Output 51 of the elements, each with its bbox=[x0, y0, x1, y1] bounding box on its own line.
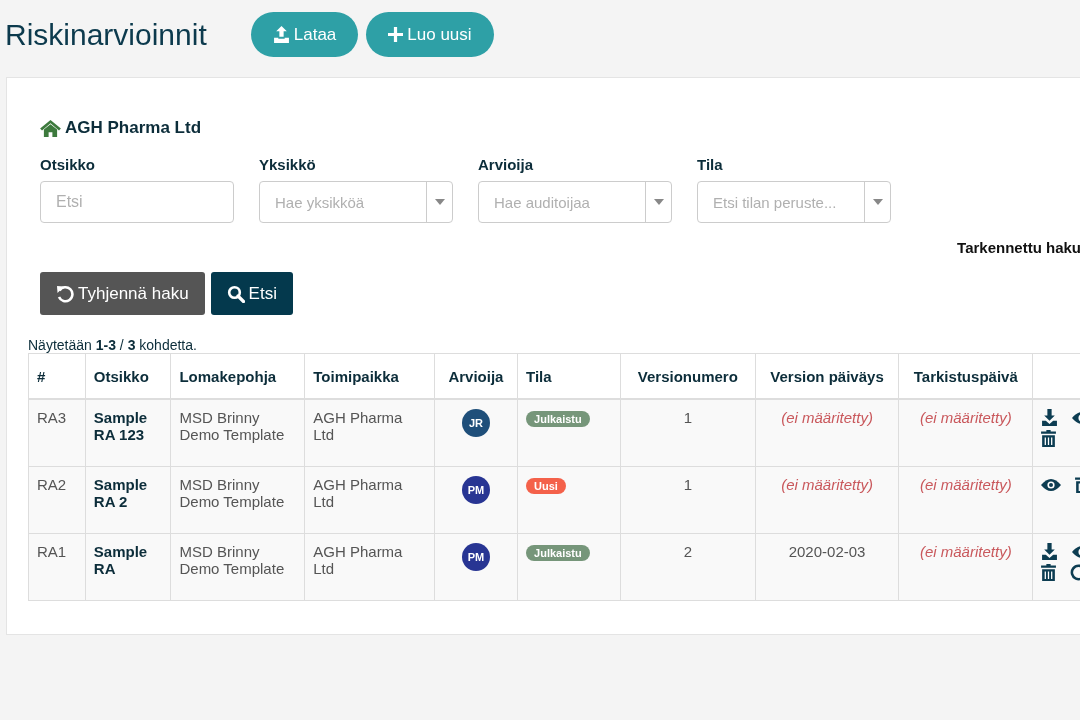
caret-icon bbox=[653, 199, 664, 205]
delete-icon[interactable] bbox=[1041, 430, 1057, 447]
table-cell: RA3 bbox=[28, 399, 86, 467]
assessor-avatar: PM bbox=[461, 543, 490, 571]
filter-label: Yksikkö bbox=[259, 156, 317, 173]
table-cell: AGH Pharma Ltd bbox=[304, 533, 435, 601]
table-cell: (ei määritetty) bbox=[755, 399, 899, 467]
table-cell: (ei määritetty) bbox=[898, 399, 1033, 467]
status-badge: Julkaistu bbox=[526, 411, 590, 427]
filter-label: Otsikko bbox=[40, 156, 97, 173]
results-summary: Näytetään 1-3 / 3 kohdetta. bbox=[28, 337, 198, 353]
status-badge: Uusi bbox=[526, 478, 566, 494]
assessor-avatar: JR bbox=[461, 409, 490, 437]
delete-icon[interactable] bbox=[1041, 564, 1057, 581]
search-icon bbox=[226, 284, 245, 303]
caret-icon bbox=[434, 199, 445, 205]
table-cell: RA2 bbox=[28, 466, 86, 534]
filter-label: Arvioija bbox=[478, 156, 535, 173]
download-icon[interactable] bbox=[1041, 543, 1059, 560]
table-cell: 2 bbox=[620, 533, 756, 601]
search-button[interactable]: Etsi bbox=[210, 272, 293, 315]
download-icon[interactable] bbox=[1041, 409, 1059, 426]
advanced-search-link[interactable]: Tarkennettu haku bbox=[957, 239, 1080, 256]
table-cell: 1 bbox=[620, 399, 756, 467]
plus-icon bbox=[388, 27, 404, 42]
title-link[interactable]: Sample RA 123 bbox=[85, 399, 171, 467]
caret-icon bbox=[872, 199, 883, 205]
table-cell: AGH Pharma Ltd bbox=[304, 466, 435, 534]
home-icon bbox=[40, 119, 61, 137]
undo-icon bbox=[56, 284, 74, 303]
view-icon[interactable] bbox=[1041, 477, 1062, 492]
site-name: AGH Pharma Ltd bbox=[65, 118, 202, 138]
table-cell: (ei määritetty) bbox=[898, 533, 1033, 601]
table-cell: (ei määritetty) bbox=[755, 466, 899, 534]
table-cell: AGH Pharma Ltd bbox=[304, 399, 435, 467]
table-cell: 2020-02-03 bbox=[755, 533, 899, 601]
status-badge: Julkaistu bbox=[526, 545, 590, 561]
assessor-avatar: PM bbox=[461, 476, 490, 504]
table-cell: MSD Brinny Demo Template bbox=[170, 533, 305, 601]
table-cell: RA1 bbox=[28, 533, 86, 601]
upload-icon bbox=[272, 26, 290, 43]
filter-label: Tila bbox=[697, 156, 724, 173]
table-cell: MSD Brinny Demo Template bbox=[170, 399, 305, 467]
title-link[interactable]: Sample RA 2 bbox=[85, 466, 171, 534]
clear-search-button[interactable]: Tyhjennä haku bbox=[40, 272, 205, 315]
table-cell: (ei määritetty) bbox=[898, 466, 1033, 534]
table-cell: 1 bbox=[620, 466, 756, 534]
table-cell: MSD Brinny Demo Template bbox=[170, 466, 305, 534]
search-field[interactable]: Etsi bbox=[40, 181, 234, 223]
title-link[interactable]: Sample RA bbox=[85, 533, 171, 601]
page-title: Riskinarvioinnit bbox=[5, 17, 207, 52]
